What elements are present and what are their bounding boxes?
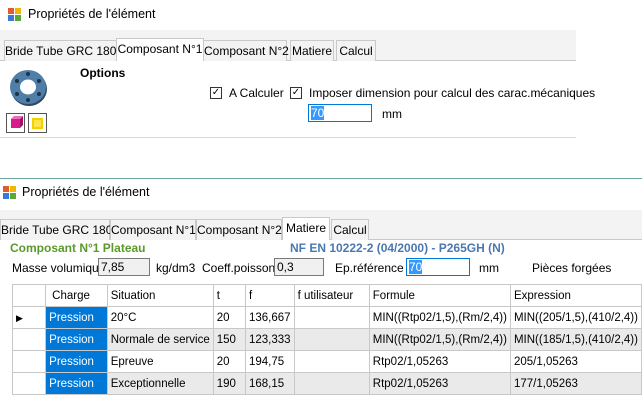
table-row[interactable]: Pression Exceptionnelle 190 168,15 Rtp02… (11, 372, 642, 395)
cell-formule[interactable]: MIN((Rtp02/1,5),(Rm/2,4)) (368, 328, 511, 351)
table-row[interactable]: Pression Normale de service 150 123,333 … (11, 328, 642, 351)
table-row[interactable]: Pression Epreuve 20 194,75 Rtp02/1,05263… (11, 350, 642, 373)
properties-table: Charge Situation t f f utilisateur Formu… (11, 284, 642, 395)
tab-calcul-2[interactable]: Calcul (331, 219, 369, 240)
cube-magenta-icon (11, 116, 23, 128)
cell-f-utilisateur[interactable] (293, 306, 370, 329)
row-selector[interactable] (11, 328, 47, 351)
column-header[interactable]: Charge (45, 284, 108, 307)
cell-expression[interactable]: 205/1,05263 (509, 350, 642, 373)
a-calculer-checkbox[interactable]: ✓ (210, 87, 222, 99)
pieces-forgees-label: Pièces forgées (532, 261, 612, 275)
flange-icon (10, 70, 47, 106)
tab-composant-1[interactable]: Composant N°1 (116, 38, 204, 61)
cell-expression[interactable]: MIN((205/1,5),(410/2,4)) (509, 306, 642, 329)
impose-dimension-checkbox[interactable]: ✓ (290, 87, 302, 99)
table-row[interactable]: ▶ Pression 20°C 20 136,667 MIN((Rtp02/1,… (11, 306, 642, 329)
cell-f[interactable]: 136,667 (244, 306, 295, 329)
cube-yellow-icon (32, 118, 43, 129)
table-header-row: Charge Situation t f f utilisateur Formu… (11, 284, 642, 307)
tab-composant-1-2[interactable]: Composant N°1 (110, 219, 196, 240)
ep-reference-input[interactable]: 70 (406, 258, 470, 276)
column-header[interactable]: f (244, 284, 295, 307)
cell-expression[interactable]: MIN((185/1,5),(410/2,4)) (509, 328, 642, 351)
options-label: Options (80, 66, 126, 80)
cell-formule[interactable]: MIN((Rtp02/1,5),(Rm/2,4)) (368, 306, 511, 329)
masse-label: Masse volumique (12, 261, 106, 275)
magenta-swatch-button[interactable] (6, 113, 25, 133)
window-title-2: Propriétés de l'élément (22, 185, 150, 199)
cell-formule[interactable]: Rtp02/1,05263 (368, 372, 511, 395)
cell-f[interactable]: 194,75 (244, 350, 295, 373)
cell-formule[interactable]: Rtp02/1,05263 (368, 350, 511, 373)
cell-t[interactable]: 150 (212, 328, 246, 351)
ep-reference-unit: mm (479, 261, 499, 275)
poisson-label: Coeff.poisson (202, 261, 276, 275)
properties-app-icon (8, 8, 21, 21)
standard-title: NF EN 10222-2 (04/2000) - P265GH (N) (290, 241, 505, 255)
cell-charge[interactable]: Pression (45, 306, 108, 329)
cell-f[interactable]: 168,15 (244, 372, 295, 395)
cell-t[interactable]: 190 (212, 372, 246, 395)
a-calculer-label: A Calculer (229, 86, 284, 100)
cell-situation[interactable]: Normale de service (106, 328, 214, 351)
cell-situation[interactable]: Epreuve (106, 350, 214, 373)
cell-f-utilisateur[interactable] (293, 328, 370, 351)
impose-dimension-label: Imposer dimension pour calcul des carac.… (309, 86, 596, 100)
cell-charge[interactable]: Pression (45, 328, 108, 351)
tab-matiere-2[interactable]: Matiere (282, 217, 330, 240)
poisson-input[interactable]: 0,3 (274, 258, 324, 276)
column-header[interactable]: Situation (106, 284, 214, 307)
masse-unit: kg/dm3 (156, 261, 196, 275)
cell-situation[interactable]: Exceptionnelle (106, 372, 214, 395)
cell-t[interactable]: 20 (212, 350, 246, 373)
cell-f-utilisateur[interactable] (293, 372, 370, 395)
component-title: Composant N°1 Plateau (10, 241, 146, 255)
column-header[interactable]: f utilisateur (293, 284, 370, 307)
cell-charge[interactable]: Pression (45, 350, 108, 373)
row-pointer-icon: ▶ (16, 312, 23, 323)
row-selector-current[interactable]: ▶ (11, 306, 47, 329)
tab-bride[interactable]: Bride Tube GRC 180° (4, 40, 121, 61)
row-selector[interactable] (11, 372, 47, 395)
tab-composant-2[interactable]: Composant N°2 (203, 40, 289, 61)
tab-bride-2[interactable]: Bride Tube GRC 180° (0, 219, 117, 240)
masse-input[interactable]: 7,85 (98, 258, 150, 276)
tab-composant-2-2[interactable]: Composant N°2 (196, 219, 282, 240)
column-header[interactable]: Formule (368, 284, 511, 307)
cell-charge[interactable]: Pression (45, 372, 108, 395)
dimension-input[interactable]: 70 (308, 104, 372, 122)
cell-expression[interactable]: 177/1,05263 (509, 372, 642, 395)
cell-situation[interactable]: 20°C (106, 306, 214, 329)
column-header[interactable]: Expression (509, 284, 642, 307)
row-selector[interactable] (11, 350, 47, 373)
cell-f[interactable]: 123,333 (244, 328, 295, 351)
tab-calcul[interactable]: Calcul (336, 40, 376, 61)
cell-f-utilisateur[interactable] (293, 350, 370, 373)
dimension-unit: mm (382, 107, 402, 121)
properties-app-icon-2 (3, 186, 16, 199)
tab-matiere[interactable]: Matiere (290, 40, 334, 61)
yellow-swatch-button[interactable] (28, 113, 47, 133)
cell-t[interactable]: 20 (212, 306, 246, 329)
ep-reference-label: Ep.référence (335, 261, 404, 275)
column-header[interactable]: t (212, 284, 246, 307)
window-title: Propriétés de l'élément (28, 7, 156, 21)
row-header-corner (11, 284, 47, 307)
